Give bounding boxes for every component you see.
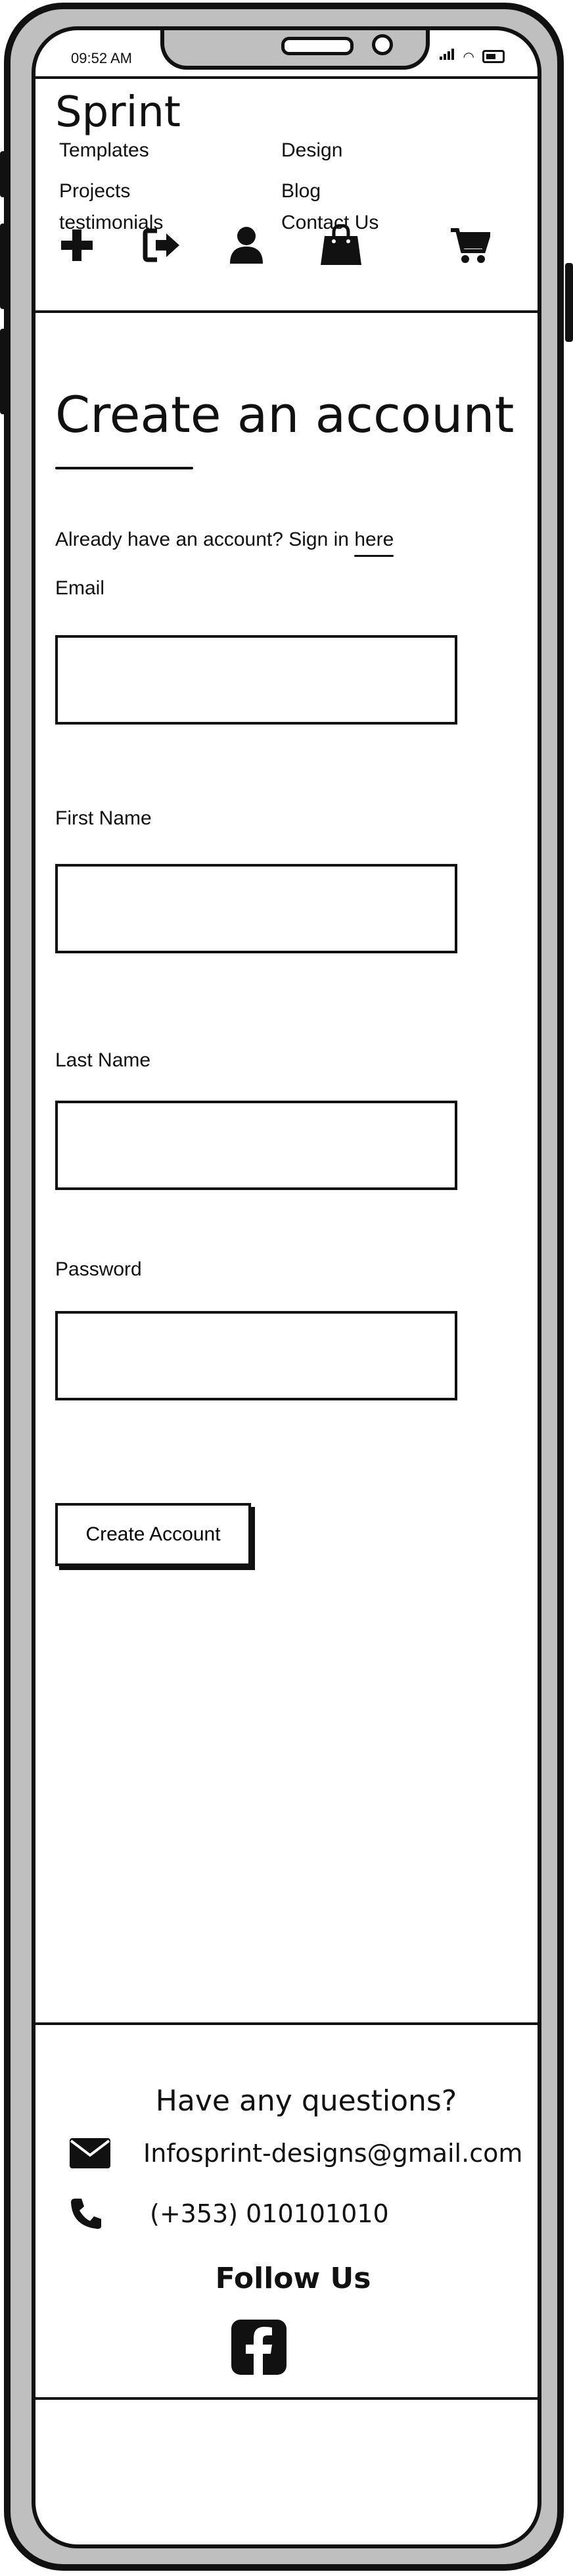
phone-notch — [160, 30, 430, 70]
title-underline — [55, 467, 193, 469]
contact-phone-row: (+353) 010101010 — [68, 2196, 389, 2231]
cart-icon[interactable] — [448, 224, 492, 267]
follow-heading: Follow Us — [215, 2262, 371, 2295]
signin-link-label[interactable]: here — [354, 529, 394, 550]
phone-side-button — [0, 329, 8, 414]
signin-prompt: Already have an account? Sign in here — [55, 529, 394, 557]
envelope-icon — [68, 2135, 112, 2171]
plus-icon[interactable] — [55, 224, 99, 267]
shopping-bag-icon[interactable] — [319, 224, 363, 267]
header-icon-bar — [55, 224, 515, 276]
phone-screen: 09:52 AM ◠ Sprint Templates Design Proje… — [32, 26, 541, 2548]
create-account-form: Create an account Already have an accoun… — [35, 313, 538, 2022]
user-icon[interactable] — [225, 224, 268, 267]
status-icons: ◠ — [439, 49, 505, 64]
contact-phone[interactable]: (+353) 010101010 — [150, 2199, 389, 2228]
brand-logo[interactable]: Sprint — [55, 88, 181, 137]
password-label: Password — [55, 1258, 142, 1280]
last-name-field[interactable] — [55, 1101, 457, 1190]
email-label: Email — [55, 577, 105, 599]
email-field[interactable] — [55, 635, 457, 725]
footer-heading: Have any questions? — [155, 2084, 457, 2118]
signin-link-underline — [354, 555, 394, 557]
sign-in-icon[interactable] — [141, 224, 184, 267]
contact-email-link[interactable]: Infosprint-designs@gmail.com — [143, 2139, 522, 2168]
nav-link-projects[interactable]: Projects — [59, 180, 130, 203]
create-account-button[interactable]: Create Account — [55, 1503, 251, 1566]
signin-link[interactable]: here — [354, 529, 394, 557]
nav-link-design[interactable]: Design — [281, 139, 342, 162]
contact-email-row: Infosprint-designs@gmail.com — [68, 2135, 522, 2171]
password-field[interactable] — [55, 1311, 457, 1400]
first-name-field[interactable] — [55, 864, 457, 953]
front-camera — [372, 34, 393, 55]
status-bar: 09:52 AM ◠ — [35, 30, 538, 76]
site-header: Sprint Templates Design Projects Blog te… — [35, 76, 538, 313]
speaker-grille — [281, 37, 354, 55]
signin-prompt-text: Already have an account? Sign in — [55, 529, 355, 550]
phone-side-button — [0, 224, 8, 309]
facebook-icon[interactable] — [231, 2320, 286, 2375]
last-name-label: Last Name — [55, 1049, 151, 1071]
wifi-icon: ◠ — [463, 50, 474, 64]
phone-side-button — [0, 151, 8, 197]
first-name-label: First Name — [55, 807, 152, 829]
status-time: 09:52 AM — [71, 50, 132, 66]
site-footer: Have any questions? Infosprint-designs@g… — [35, 2022, 538, 2400]
signal-icon — [439, 49, 455, 63]
nav-link-blog[interactable]: Blog — [281, 180, 321, 203]
battery-icon — [482, 50, 505, 63]
phone-side-button — [565, 263, 573, 342]
phone-icon — [68, 2196, 104, 2231]
page-title: Create an account — [55, 385, 515, 444]
nav-link-templates[interactable]: Templates — [59, 139, 149, 162]
